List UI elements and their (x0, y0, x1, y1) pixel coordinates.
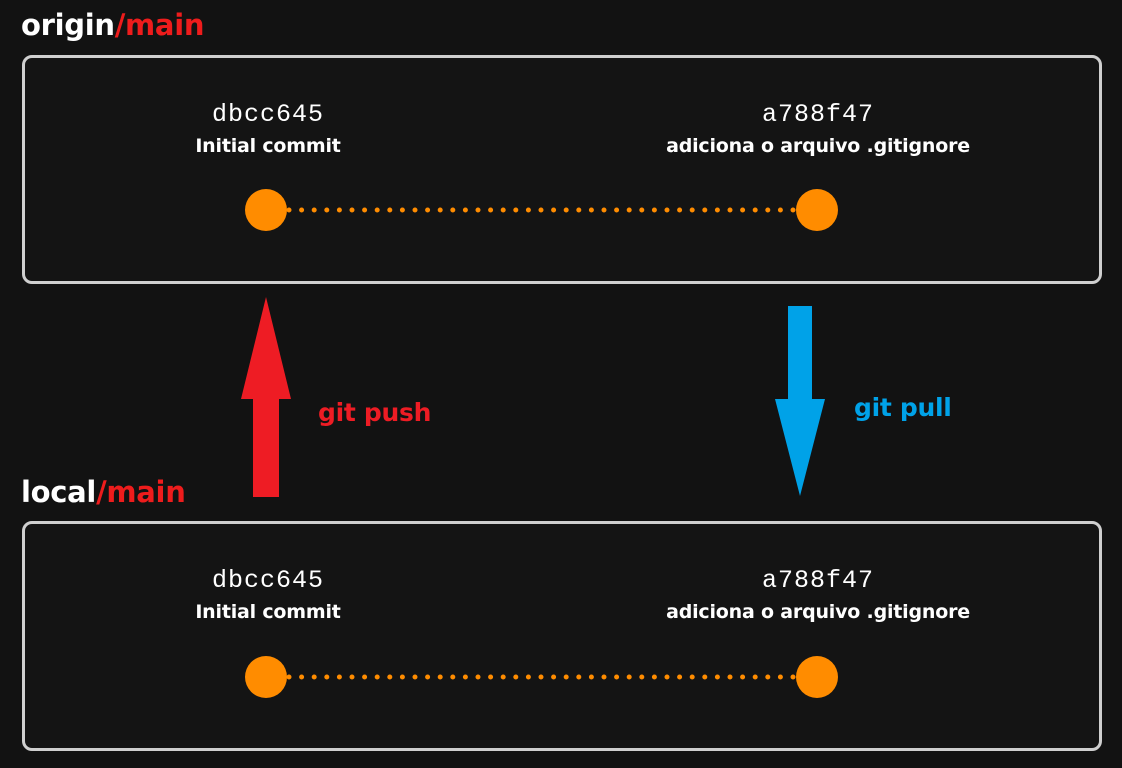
git-push-label: git push (318, 398, 432, 427)
origin-commit-node-1 (245, 189, 287, 231)
local-commit-node-2 (796, 656, 838, 698)
local-commit-panel: dbcc645 Initial commit a788f47 adiciona … (22, 521, 1102, 751)
origin-branch-name: /main (114, 8, 205, 42)
local-commit-node-1 (245, 656, 287, 698)
pull-arrow-icon (775, 306, 825, 496)
origin-branch-label: origin/main (21, 11, 204, 40)
origin-commit-panel: dbcc645 Initial commit a788f47 adiciona … (22, 55, 1102, 284)
origin-timeline (245, 189, 838, 231)
git-pull-label: git pull (854, 393, 952, 422)
local-remote-name: local (21, 475, 97, 509)
origin-commit-node-2 (796, 189, 838, 231)
origin-remote-name: origin (21, 8, 115, 42)
push-arrow-icon (241, 297, 291, 497)
local-branch-name: /main (96, 475, 186, 509)
local-branch-label: local/main (21, 478, 186, 507)
local-timeline (245, 656, 838, 698)
